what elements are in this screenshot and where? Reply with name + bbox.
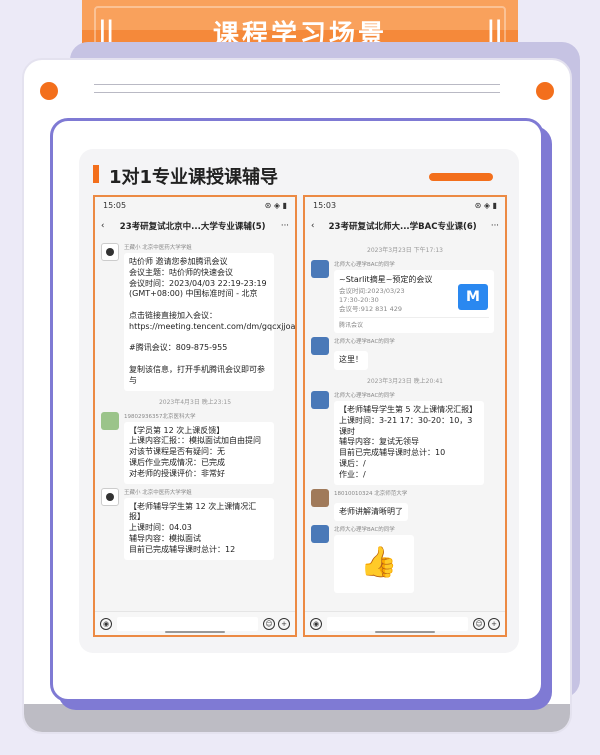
emoji-icon[interactable]: ☺: [473, 617, 485, 630]
section-title: 1对1专业课授课辅导: [109, 167, 279, 188]
divider: [94, 92, 500, 93]
chat-title: 23考研复试北师大...学BAC专业课(6): [328, 222, 477, 232]
message-bubble: 老师讲解清晰明了: [334, 502, 408, 522]
sender-name: 王藏小 北京中医药大学学姐: [124, 489, 192, 496]
home-indicator: [375, 631, 435, 633]
message-list: 王藏小 北京中医药大学学姐 咕价师 邀请您参加腾讯会议 会议主题：咕价师的快速会…: [95, 239, 295, 611]
sender-name: 18010010324 北京师范大学: [334, 490, 408, 497]
status-time: 15:03: [313, 201, 337, 210]
title-pill: [429, 173, 493, 181]
timestamp: 2023年4月3日 晚上23:15: [158, 398, 232, 406]
sender-name: 北师大心理学BAC的同学: [334, 527, 395, 534]
more-icon[interactable]: ···: [491, 221, 499, 231]
right-chat-screenshot: 15:03 ⊛ ◈ ▮ ‹ 23考研复试北师大...学BAC专业课(6) ···…: [303, 195, 507, 637]
message-list: 2023年3月23日 下午17:13 北师大心理学BAC的同学 ~Starlit…: [305, 239, 505, 611]
list-item: 19802936357北京医科大学 【学员第 12 次上课反馈】 上课内容汇报：…: [101, 411, 289, 484]
status-time: 15:05: [103, 201, 127, 210]
sender-name: 王藏小 北京中医药大学学姐: [124, 245, 192, 251]
chat-header: ‹ 23考研复试北师大...学BAC专业课(6) ···: [305, 215, 505, 237]
avatar: [311, 260, 329, 278]
avatar: [311, 488, 329, 507]
list-item: 北师大心理学BAC的同学 【老师辅导学生第 5 次上课情况汇报】 上课时间：3-…: [311, 391, 499, 485]
tencent-meeting-logo-icon: M: [458, 284, 488, 310]
sender-name: 北师大心理学BAC的同学: [334, 393, 395, 400]
chat-input-bar: ◉ ☺ +: [305, 611, 505, 635]
meeting-card[interactable]: ~Starlit摘星~预定的会议 会议时间:2023/03/23 17:30-2…: [334, 270, 494, 334]
status-bar: 15:03 ⊛ ◈ ▮: [305, 197, 505, 215]
title-accent: [93, 165, 99, 183]
more-icon[interactable]: ···: [281, 221, 289, 231]
list-item: 王藏小 北京中医药大学学姐 【老师辅导学生第 12 次上课情况汇报】 上课时间：…: [101, 487, 289, 560]
message-bubble: 咕价师 邀请您参加腾讯会议 会议主题：咕价师的快速会议 会议时间：2023/04…: [124, 253, 295, 391]
sender-name: 北师大心理学BAC的同学: [334, 339, 395, 346]
list-item: 北师大心理学BAC的同学 👍: [311, 525, 499, 594]
divider: [94, 84, 500, 85]
sticker-image: 👍: [334, 535, 414, 594]
sender-name: 北师大心理学BAC的同学: [334, 262, 395, 268]
chat-title: 23考研复试北京中...大学专业课辅(5): [119, 222, 266, 232]
avatar: [311, 391, 329, 410]
inner-card: 1对1专业课授课辅导 15:05 ⊛ ◈ ▮ ‹ 23考研复试北京中...大学专…: [79, 149, 519, 653]
thumbs-up-icon: 👍: [360, 545, 398, 581]
home-indicator: [165, 631, 225, 633]
dot-right-icon: [536, 82, 554, 100]
dot-left-icon: [40, 82, 58, 100]
meeting-app-name: 腾讯会议: [339, 317, 489, 329]
status-icons: ⊛ ◈ ▮: [264, 201, 287, 210]
timestamp: 2023年3月23日 晚上20:41: [367, 378, 443, 386]
header-bars-right-icon: ||: [486, 16, 503, 44]
status-icons: ⊛ ◈ ▮: [474, 201, 497, 210]
avatar: [101, 487, 119, 506]
left-chat-screenshot: 15:05 ⊛ ◈ ▮ ‹ 23考研复试北京中...大学专业课辅(5) ··· …: [93, 195, 297, 637]
chat-input-bar: ◉ ☺ +: [95, 611, 295, 635]
list-item: 北师大心理学BAC的同学 这里！: [311, 337, 499, 371]
avatar: [101, 411, 119, 430]
message-bubble: 【老师辅导学生第 12 次上课情况汇报】 上课时间：04.03 辅导内容：模拟面…: [124, 497, 274, 560]
list-item: 18010010324 北京师范大学 老师讲解清晰明了: [311, 488, 499, 522]
avatar: [311, 337, 329, 356]
voice-icon[interactable]: ◉: [310, 617, 322, 630]
message-input[interactable]: [117, 616, 258, 631]
content-frame: 1对1专业课授课辅导 15:05 ⊛ ◈ ▮ ‹ 23考研复试北京中...大学专…: [50, 118, 544, 702]
timestamp: 2023年3月23日 下午17:13: [367, 247, 443, 254]
message-input[interactable]: [327, 616, 468, 631]
avatar: [311, 525, 329, 544]
status-bar: 15:05 ⊛ ◈ ▮: [95, 197, 295, 215]
message-bubble: 【老师辅导学生第 5 次上课情况汇报】 上课时间：3-21 17：30-20：1…: [334, 401, 484, 485]
list-item: 王藏小 北京中医药大学学姐 咕价师 邀请您参加腾讯会议 会议主题：咕价师的快速会…: [101, 243, 295, 391]
emoji-icon[interactable]: ☺: [263, 617, 275, 630]
message-bubble: 这里！: [334, 351, 368, 371]
avatar: [101, 243, 119, 261]
message-bubble: 【学员第 12 次上课反馈】 上课内容汇报：：模拟面试加自由提问 对该节课程是否…: [124, 421, 274, 484]
plus-icon[interactable]: +: [278, 617, 290, 630]
sender-name: 19802936357北京医科大学: [124, 413, 196, 420]
plus-icon[interactable]: +: [488, 617, 500, 630]
voice-icon[interactable]: ◉: [100, 617, 112, 630]
chat-header: ‹ 23考研复试北京中...大学专业课辅(5) ···: [95, 215, 295, 237]
main-card: 1对1专业课授课辅导 15:05 ⊛ ◈ ▮ ‹ 23考研复试北京中...大学专…: [22, 58, 572, 734]
list-item: 北师大心理学BAC的同学 ~Starlit摘星~预定的会议 会议时间:2023/…: [311, 260, 499, 334]
